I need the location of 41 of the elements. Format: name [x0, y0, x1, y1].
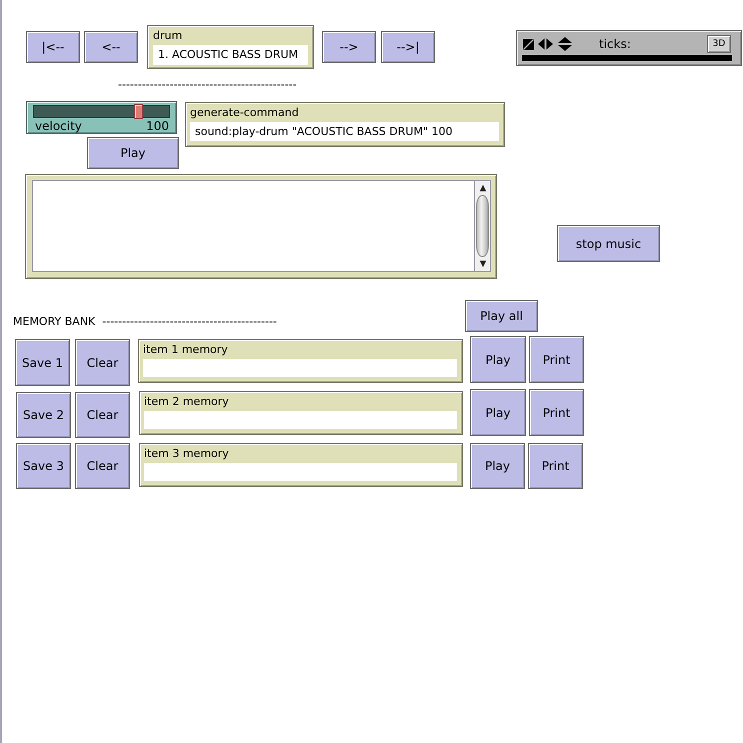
slider-thumb[interactable]	[134, 104, 143, 119]
scrollbar[interactable]	[474, 180, 491, 272]
monitor-label: generate-command	[190, 106, 299, 119]
play-button[interactable]: Play	[470, 389, 526, 436]
clear-button[interactable]: Clear	[75, 339, 130, 386]
print-button[interactable]: Print	[528, 443, 583, 489]
play-button[interactable]: Play	[87, 137, 179, 169]
play-all-button[interactable]: Play all	[465, 300, 538, 332]
diagonal-square-icon[interactable]	[523, 38, 534, 50]
dashed-note: ---------------------------------------------	[118, 78, 297, 92]
save-button[interactable]: Save 3	[16, 443, 71, 489]
section-title: MEMORY BANK --------------------------------------------	[13, 315, 277, 329]
next-button[interactable]: -->	[322, 31, 376, 63]
monitor-label: item 2 memory	[144, 395, 229, 408]
slider-value: 100	[146, 119, 169, 133]
drum-chooser[interactable]: drum 1. ACOUSTIC BASS DRUM	[147, 25, 314, 69]
monitor-label: item 1 memory	[143, 343, 228, 356]
print-button[interactable]: Print	[529, 389, 584, 436]
3d-view-button[interactable]: 3D	[707, 35, 731, 53]
save-button[interactable]: Save 2	[16, 392, 71, 438]
ticks-label: ticks:	[599, 37, 631, 51]
last-button[interactable]: -->|	[381, 31, 435, 63]
down-arrow-icon[interactable]	[478, 260, 486, 268]
clear-button[interactable]: Clear	[75, 443, 130, 489]
clear-button[interactable]: Clear	[75, 392, 130, 438]
velocity-slider[interactable]: velocity 100	[26, 101, 177, 134]
left-right-arrows-icon[interactable]	[538, 38, 553, 50]
up-arrow-icon[interactable]	[478, 184, 486, 192]
play-button[interactable]: Play	[470, 443, 525, 489]
save-button[interactable]: Save 1	[15, 339, 70, 386]
slider-track[interactable]	[33, 105, 170, 118]
up-down-arrows-icon[interactable]	[558, 37, 572, 51]
slider-label: velocity	[35, 119, 82, 133]
stop-music-button[interactable]: stop music	[557, 225, 660, 262]
previous-button[interactable]: <--	[84, 31, 138, 63]
monitor-label: item 3 memory	[144, 447, 229, 460]
first-button[interactable]: |<--	[26, 31, 80, 63]
print-button[interactable]: Print	[529, 336, 584, 383]
monitor-display: sound:play-drum "ACOUSTIC BASS DRUM" 100	[190, 122, 499, 141]
scrollbar-thumb[interactable]	[476, 195, 489, 257]
play-button[interactable]: Play	[470, 336, 526, 383]
